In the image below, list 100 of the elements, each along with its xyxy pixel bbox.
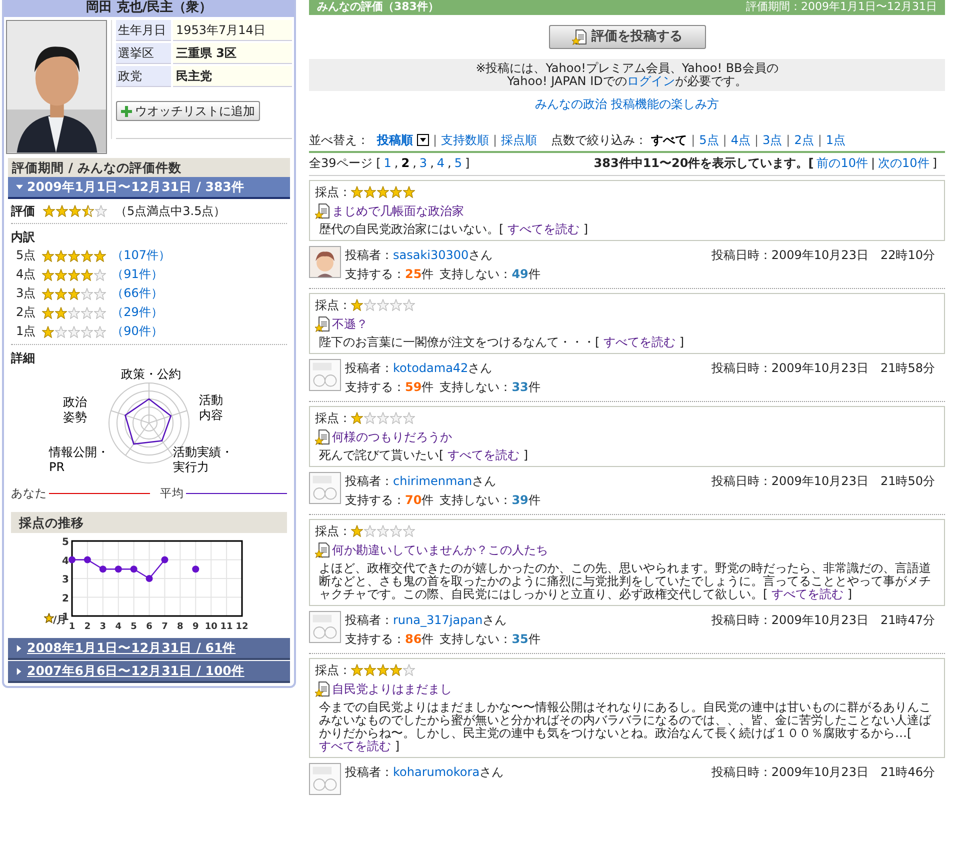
count-link[interactable]: （91件） — [112, 265, 163, 284]
rating-text: （5点満点中3.5点） — [115, 203, 226, 220]
sort-label: 並べ替え： — [309, 132, 369, 149]
page-link[interactable]: 3 — [419, 153, 428, 173]
score-label: 採点： — [315, 662, 351, 679]
x-tick-label: 7 — [162, 622, 168, 632]
filter-option[interactable]: 3点 — [762, 131, 782, 149]
score-label: 採点： — [315, 297, 351, 314]
filter-option[interactable]: 4点 — [730, 131, 750, 149]
review-title-link[interactable]: 自民党よりはまだまし — [332, 679, 452, 699]
review-text: 陛下のお言葉に一閣僚が注文をつけるなんて・・・[ すべてを読む ] — [318, 334, 685, 351]
notice-text: ※投稿には、Yahoo!プレミアム会員、Yahoo! BB会員の — [474, 62, 780, 75]
next-page-link[interactable]: 次の10件 — [878, 153, 930, 173]
page-bracket: ] — [465, 155, 470, 172]
count-link[interactable]: （107件） — [112, 246, 171, 265]
score-label: 1点 — [16, 323, 36, 340]
sort-option[interactable]: 支持数順 — [441, 131, 490, 149]
score-label: 3点 — [16, 285, 36, 302]
author-line: 投稿者：runa_317japanさん — [345, 612, 507, 629]
support-counts: 支持する：59件 支持しない：33件 — [345, 379, 542, 396]
section-header: 採点の推移 — [11, 512, 287, 534]
help-link[interactable]: みんなの政治 投稿機能の楽しみ方 — [535, 97, 719, 111]
period-bar[interactable]: 2009年1月1日〜12月31日 / 383件 — [8, 177, 290, 199]
radar-axis-label: 活動内容 — [199, 393, 224, 423]
post-date: 投稿日時：2009年10月23日 21時46分 — [711, 764, 936, 781]
separator: | — [818, 132, 822, 149]
period-bar[interactable]: 2008年1月1日〜12月31日 / 61件 — [8, 638, 290, 660]
page-count: 全39ページ [ — [309, 155, 381, 172]
page-link[interactable]: 5 — [454, 153, 462, 173]
author-link[interactable]: runa_317japan — [393, 613, 483, 627]
period-bar[interactable]: 2007年6月6日〜12月31日 / 100件 — [8, 661, 290, 684]
read-more-link[interactable]: すべてを読む — [508, 222, 580, 236]
page-bracket: ] — [932, 155, 937, 172]
read-more-link[interactable]: すべてを読む — [604, 335, 676, 349]
author-link[interactable]: kotodama42 — [393, 361, 468, 375]
sort-option[interactable]: 投稿順 — [377, 131, 413, 149]
separator: | — [433, 132, 438, 149]
post-date: 投稿日時：2009年10月23日 21時58分 — [711, 360, 936, 377]
login-link[interactable]: ログイン — [626, 74, 675, 88]
x-tick-label: 4 — [115, 622, 122, 632]
review-title-link[interactable]: 何か勘違いしていませんか？この人たち — [332, 540, 548, 560]
radar-axis-label: 情報公開・PR — [49, 445, 109, 475]
review-title-link[interactable]: 何様のつもりだろうか — [332, 427, 452, 447]
x-tick-label: 9 — [192, 622, 199, 632]
info-value: 民主党 — [173, 66, 292, 87]
detail-title: 詳細 — [11, 350, 36, 367]
read-more-link[interactable]: すべてを読む — [448, 448, 520, 462]
post-review-button[interactable]: 評価を投稿する — [548, 25, 706, 49]
author-line: 投稿者：chirimenmanさん — [345, 473, 496, 490]
page-link[interactable]: 1 — [384, 153, 392, 173]
review-text: 死んで詫びて貰いたい[ すべてを読む ] — [318, 447, 529, 464]
radar-axis-label: 政策・公約 — [121, 367, 182, 382]
filter-option[interactable]: 1点 — [826, 131, 846, 149]
page-link[interactable]: 4 — [436, 153, 445, 173]
post-date: 投稿日時：2009年10月23日 21時47分 — [711, 612, 936, 629]
filter-label: 点数で絞り込み： — [551, 132, 648, 149]
x-tick-label: 6 — [146, 622, 152, 632]
review-title-link[interactable]: まじめで几帳面な政治家 — [332, 201, 464, 221]
separator: , — [430, 155, 434, 172]
review-text: よほど、政権交代できたのが嬉しかったのか、この先、思いやられます。野党の時だったら、非常識だの、言語道断などと、さも鬼の首を取ったかのように痛烈に与党批判をしていたでしょうに。言ってることとやって事がメチャクチャです。この際、自民党にはしっかりと立直り、必ず政権交代して欲しい。[ すべてを読む ] — [318, 560, 932, 603]
separator: | — [786, 132, 790, 149]
y-tick-label: 3 — [62, 574, 69, 586]
info-label: 生年月日 — [116, 20, 171, 41]
y-tick-label: 2 — [62, 594, 69, 604]
author-link[interactable]: koharumokora — [393, 765, 480, 779]
add-to-watchlist-button[interactable]: ウオッチリストに追加 — [116, 101, 260, 121]
separator: | — [722, 132, 727, 149]
x-tick-label: 12 — [236, 622, 248, 632]
support-counts: 支持する：25件 支持しない：49件 — [345, 266, 542, 283]
x-tick-label: 1 — [68, 622, 76, 632]
score-label: 採点： — [315, 410, 351, 427]
separator: | — [870, 155, 876, 172]
count-link[interactable]: （90件） — [112, 322, 163, 341]
info-value: 三重県 3区 — [173, 43, 292, 64]
filter-option[interactable]: 2点 — [794, 131, 814, 149]
page-link[interactable]: 2 — [401, 153, 410, 173]
score-label: 4点 — [16, 266, 36, 283]
filter-option[interactable]: すべて — [651, 131, 688, 149]
name-header: 岡田 克也/民主（衆） — [4, 0, 294, 17]
support-counts: 支持する：86件 支持しない：35件 — [345, 631, 542, 648]
notice-text: Yahoo! JAPAN IDでの ログインが必要です。 — [506, 75, 748, 88]
read-more-link[interactable]: すべてを読む — [772, 587, 844, 601]
score-label: 採点： — [315, 184, 351, 201]
previous-page-link[interactable]: 前の10件 — [816, 153, 868, 173]
sort-option[interactable]: 採点順 — [501, 131, 538, 149]
separator: | — [754, 132, 759, 149]
author-link[interactable]: sasaki30300 — [393, 248, 469, 262]
author-link[interactable]: chirimenman — [393, 474, 472, 488]
separator: , — [412, 155, 416, 172]
filter-option[interactable]: 5点 — [699, 131, 719, 149]
count-link[interactable]: （66件） — [112, 284, 163, 303]
rating-label: 評価 — [11, 203, 35, 220]
read-more-link[interactable]: すべてを読む — [319, 739, 391, 753]
x-tick-label: 8 — [177, 622, 184, 632]
x-tick-label: 3 — [100, 622, 106, 632]
count-link[interactable]: （29件） — [112, 303, 163, 322]
legend-label: あなた — [11, 485, 47, 502]
separator: | — [691, 132, 696, 149]
period-text: 評価期間：2009年1月1日〜12月31日 — [746, 0, 937, 15]
review-title-link[interactable]: 不遜？ — [332, 314, 368, 334]
